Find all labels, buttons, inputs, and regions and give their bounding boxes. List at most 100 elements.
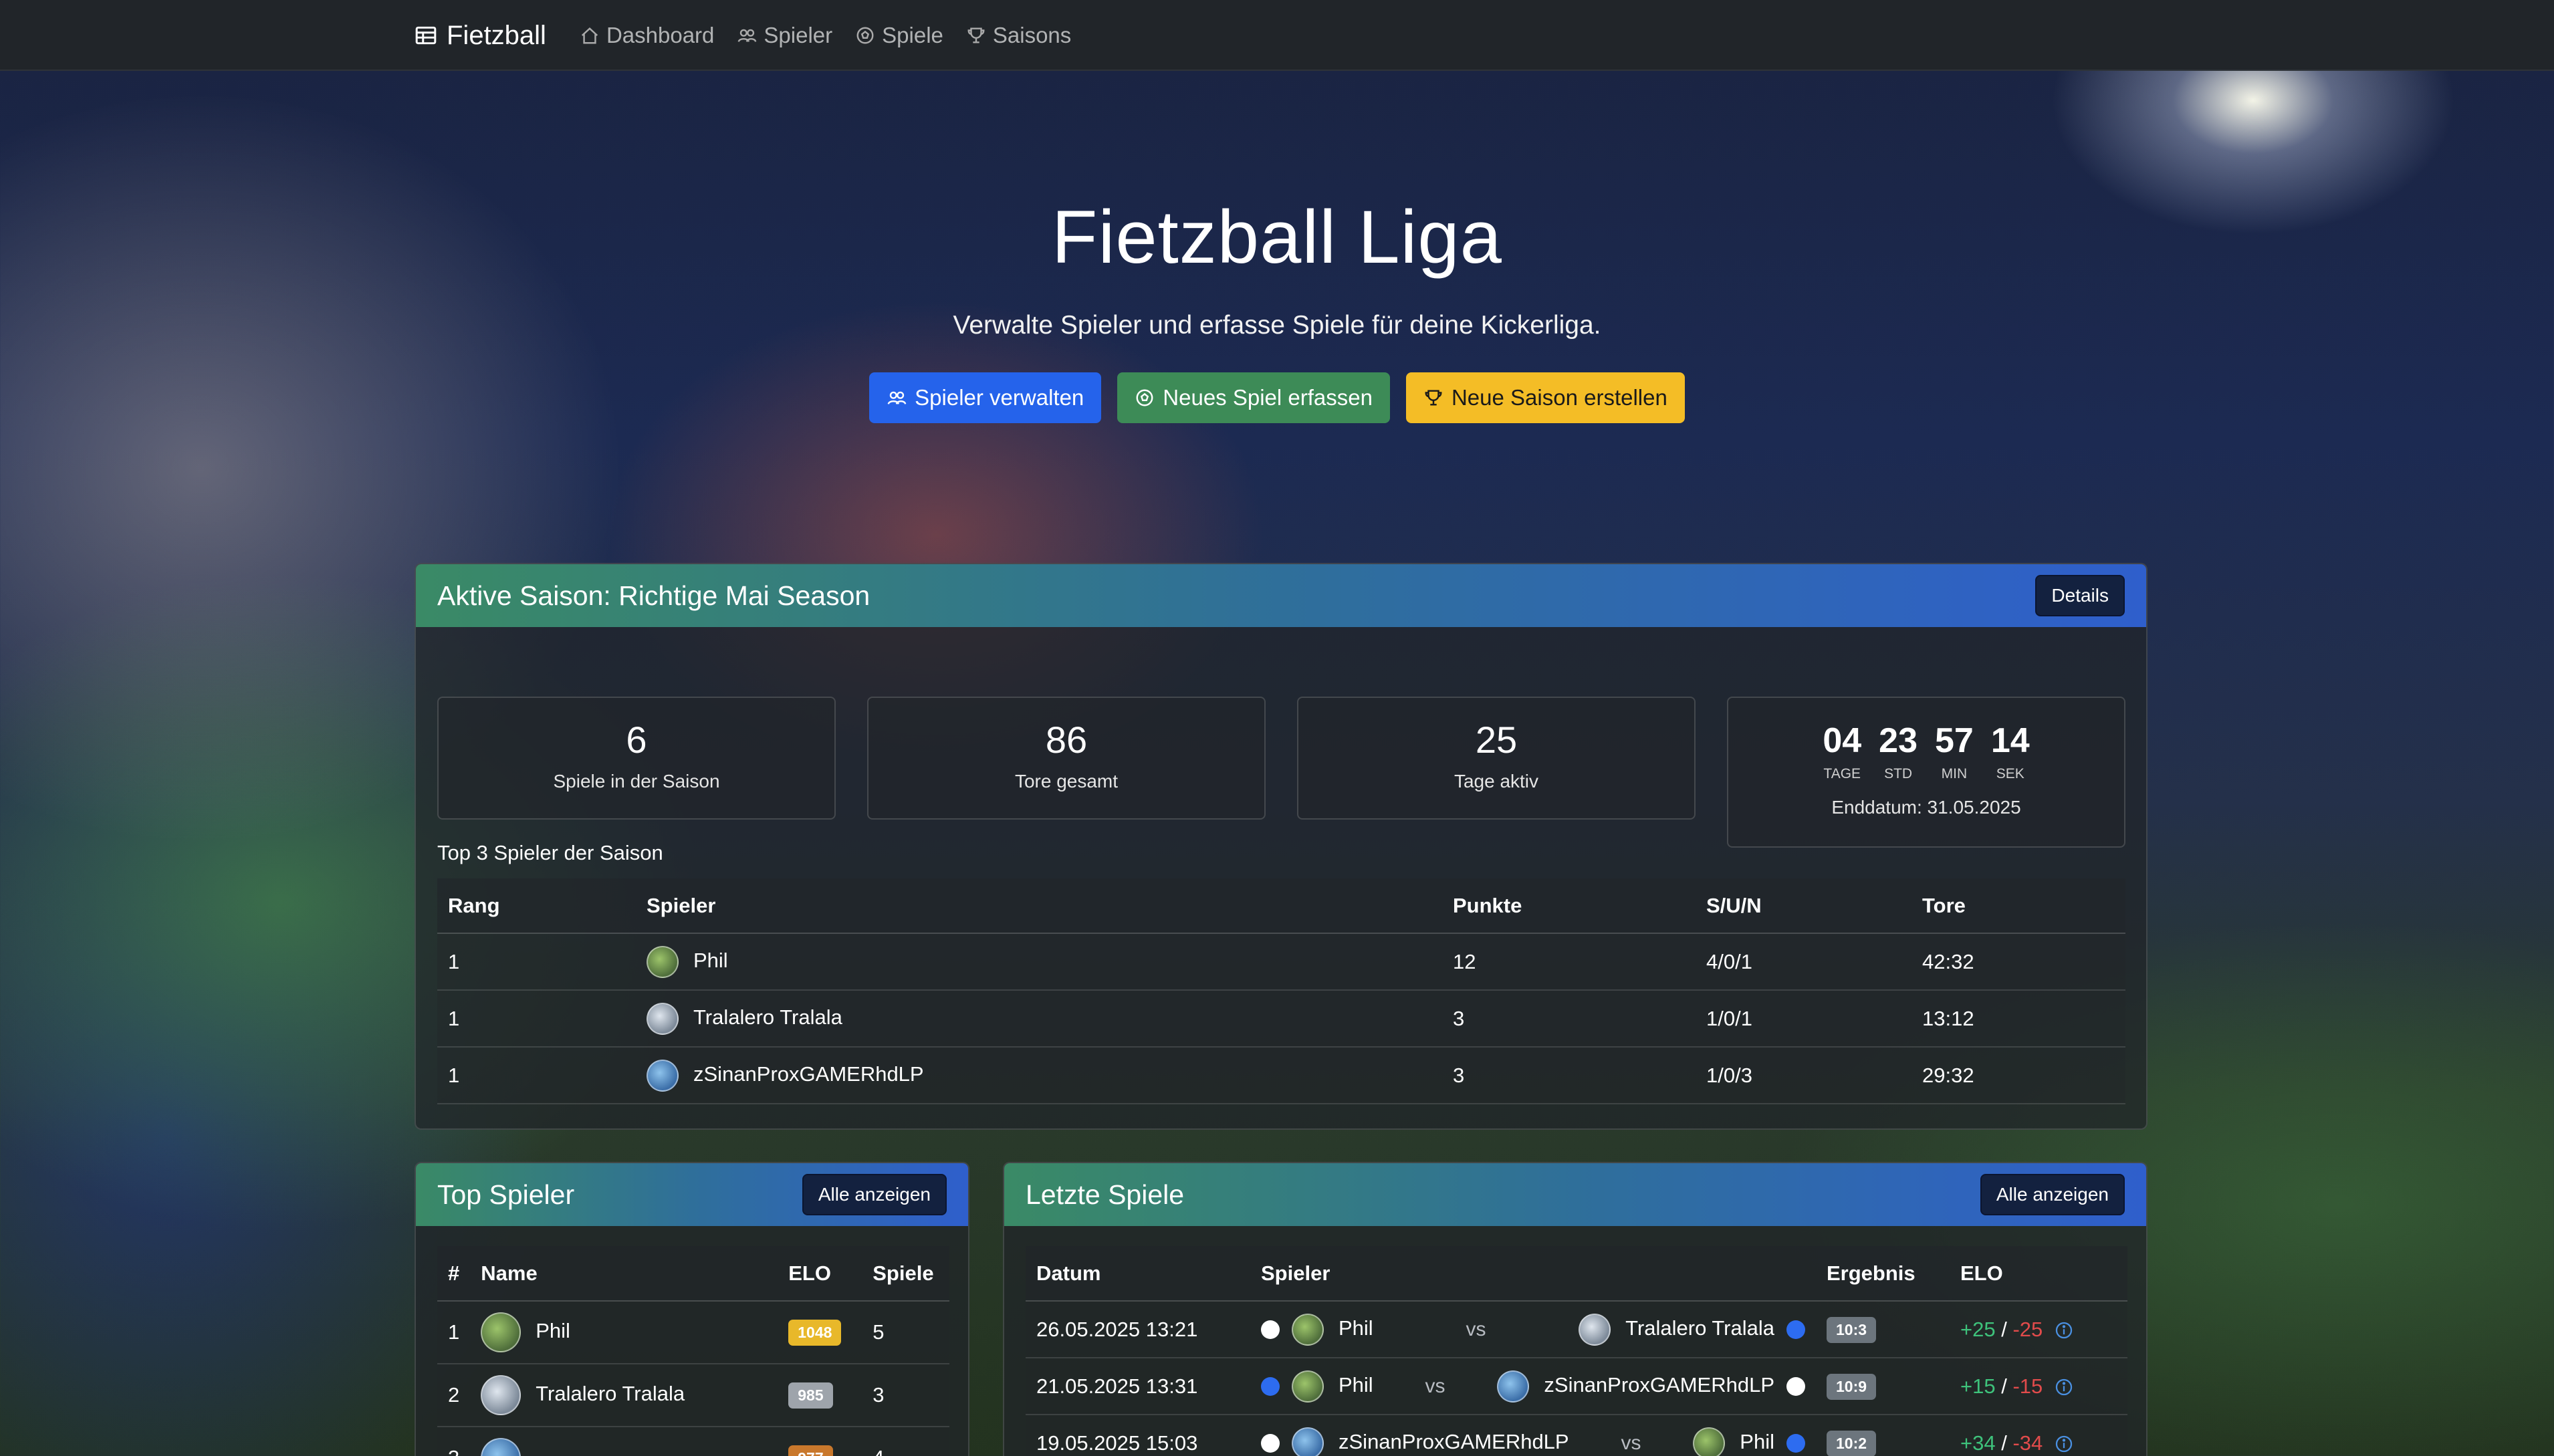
white-team-dot [1786,1376,1805,1396]
stat-days-value: 25 [1475,719,1518,761]
player-name: Tralalero Tralala [536,1382,685,1406]
player-cell[interactable]: Phil [636,933,1442,991]
table-row: 1 Phil 1048 5 [437,1301,949,1364]
vs-label: vs [1425,1374,1445,1397]
player-name: zSinanProxGAMERhdLP [693,1062,924,1086]
top-players-card: Top Spieler Alle anzeigen # Name ELO Spi… [415,1162,969,1456]
blue-team-dot [1786,1320,1805,1339]
elo-sep: / [2001,1431,2007,1455]
table-icon [415,24,437,47]
col-spieler: Spieler [1250,1246,1816,1302]
top-players-table: # Name ELO Spiele 1 Phil 1048 5 2 Tralal… [437,1246,949,1456]
elo-minus: -15 [2012,1374,2043,1398]
elo-sep: / [2001,1317,2007,1341]
recent-games-header: Letzte Spiele Alle anzeigen [1004,1163,2146,1226]
player-name: Phil [536,1319,570,1343]
avatar [1292,1427,1324,1456]
col-elo: ELO [778,1246,862,1302]
info-icon[interactable] [2055,1378,2073,1397]
nav-spieler[interactable]: Spieler [737,23,832,48]
players-cell: Phil vs Tralalero Tralala [1250,1301,1816,1358]
table-row[interactable]: 26.05.2025 13:21 Phil vs Tralalero Trala… [1026,1301,2127,1358]
num-cell: 2 [437,1364,471,1427]
nav-spiele[interactable]: Spiele [855,23,943,48]
recent-games-title: Letzte Spiele [1026,1179,1185,1210]
top-players-all-button[interactable]: Alle anzeigen [802,1174,947,1215]
trophy-icon [1423,388,1443,408]
stat-games-value: 6 [626,719,647,761]
player1-name: Phil [1339,1372,1373,1397]
top3-label: Top 3 Spieler der Saison [437,841,663,864]
score-badge: 10:9 [1827,1373,1877,1400]
goals-cell: 29:32 [1911,1047,2125,1104]
player-cell[interactable]: zSinanProxGAMERhdLP [636,1047,1442,1104]
player-cell[interactable]: Tralalero Tralala [636,990,1442,1048]
result-cell: 10:9 [1816,1358,1950,1415]
elo-cell: 1048 [778,1301,862,1364]
avatar [1497,1370,1530,1403]
house-icon [580,25,600,45]
brand-link[interactable]: Fietzball [415,21,546,51]
info-icon[interactable] [2055,1435,2073,1453]
stat-goals-value: 86 [1045,719,1088,761]
name-cell[interactable] [470,1427,778,1456]
stat-goals-label: Tore gesamt [1014,771,1119,792]
ball-icon [855,25,875,45]
wdl-cell: 4/0/1 [1696,933,1911,991]
new-game-label: Neues Spiel erfassen [1163,385,1373,410]
manage-players-button[interactable]: Spieler verwalten [869,372,1102,423]
new-season-button[interactable]: Neue Saison erstellen [1405,372,1685,423]
avatar [1579,1313,1611,1346]
players-cell: Phil vs zSinanProxGAMERhdLP [1250,1358,1816,1415]
countdown-days-label: TAGE [1823,766,1861,781]
avatar [647,945,679,978]
table-row[interactable]: 19.05.2025 15:03 zSinanProxGAMERhdLP vs … [1026,1415,2127,1456]
hero-section: Fietzball Liga Verwalte Spieler und erfa… [0,194,2554,423]
recent-games-all-button[interactable]: Alle anzeigen [1980,1174,2125,1215]
avatar [647,1002,679,1035]
player2-name: Tralalero Tralala [1625,1316,1774,1340]
name-cell[interactable]: Phil [470,1301,778,1364]
num-cell: 3 [437,1427,471,1456]
score-badge: 10:2 [1827,1430,1877,1456]
avatar [1292,1313,1324,1346]
season-details-button[interactable]: Details [2035,575,2125,616]
new-game-button[interactable]: Neues Spiel erfassen [1117,372,1390,423]
stat-goals: 86 Tore gesamt [867,697,1266,820]
info-icon[interactable] [2055,1321,2073,1340]
col-tore: Tore [1911,878,2125,934]
points-cell: 12 [1442,933,1696,991]
date-cell: 26.05.2025 13:21 [1026,1301,1250,1358]
player-name: Phil [693,948,728,972]
countdown-minutes-label: MIN [1941,766,1968,781]
hero-title: Fietzball Liga [1052,195,1502,279]
stat-days-label: Tage aktiv [1454,771,1539,792]
table-row[interactable]: 21.05.2025 13:31 Phil vs zSinanProxGAMER… [1026,1358,2127,1415]
blue-team-dot [1261,1376,1280,1396]
recent-games-card: Letzte Spiele Alle anzeigen Datum Spiele… [1003,1162,2147,1456]
col-ergebnis: Ergebnis [1816,1246,1950,1302]
nav-dashboard[interactable]: Dashboard [580,23,714,48]
table-row: 3 977 4 [437,1427,949,1456]
countdown-seconds-label: SEK [1996,766,2024,781]
stat-games-label: Spiele in der Saison [553,771,720,792]
rank-cell: 1 [437,990,636,1048]
nav-spiele-label: Spiele [882,23,943,47]
points-cell: 3 [1442,1047,1696,1104]
player2-name: Phil [1740,1429,1774,1453]
goals-cell: 13:12 [1911,990,2125,1048]
active-season-title: Aktive Saison: Richtige Mai Season [437,580,870,611]
col-datum: Datum [1026,1246,1250,1302]
elo-plus: +25 [1960,1317,1996,1341]
col-name: Name [470,1246,778,1302]
brand-label: Fietzball [447,20,546,50]
nav-saisons[interactable]: Saisons [966,23,1071,48]
avatar [647,1059,679,1092]
wdl-cell: 1/0/3 [1696,1047,1911,1104]
top-players-title: Top Spieler [437,1179,575,1210]
name-cell[interactable]: Tralalero Tralala [470,1364,778,1427]
elo-change-cell: +15 / -15 [1950,1358,2127,1415]
player-name: Tralalero Tralala [693,1005,842,1029]
elo-badge: 985 [788,1382,833,1409]
white-team-dot [1261,1320,1280,1339]
